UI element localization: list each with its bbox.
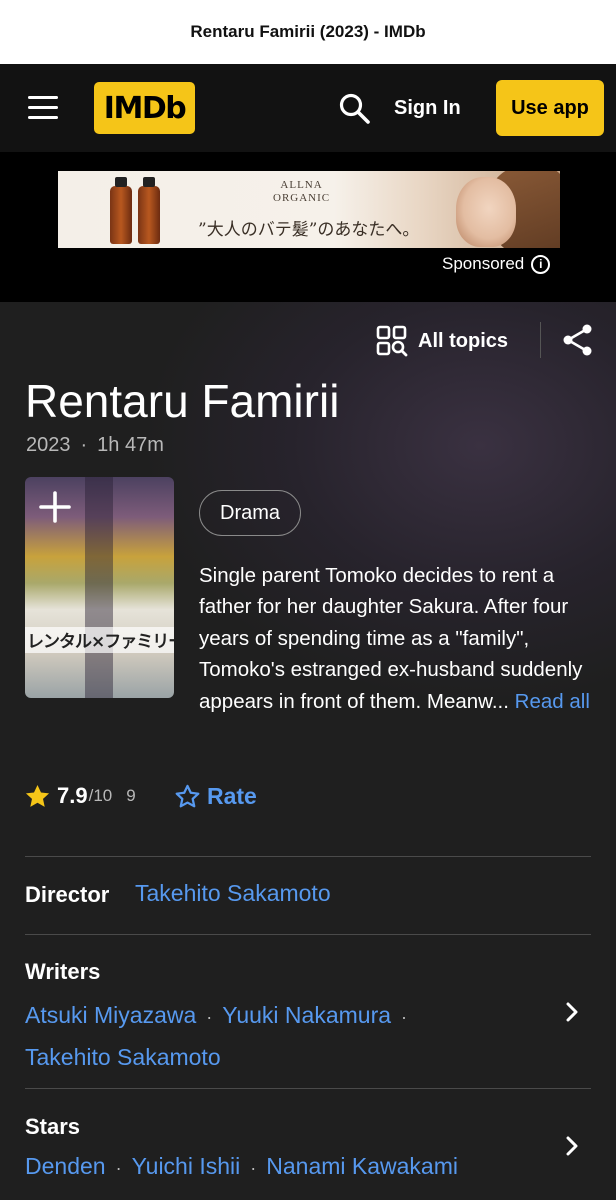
credit-separator: · — [115, 1158, 122, 1178]
writers-label: Writers — [25, 959, 101, 984]
writer-link[interactable]: Atsuki Miyazawa — [25, 1002, 196, 1028]
all-topics-button[interactable]: All topics — [376, 324, 508, 358]
title-main-section: All topics Rentaru Famirii 2023 · 1h 47m… — [0, 302, 616, 1200]
poster-image[interactable]: レンタル×ファミリー — [25, 477, 174, 698]
search-icon[interactable] — [338, 92, 372, 126]
ad-copy-text: ”大人のバテ髪”のあなたへ。 — [198, 220, 420, 240]
read-all-link[interactable]: Read all — [515, 690, 590, 713]
star-filled-icon — [25, 784, 50, 807]
top-navigation-bar: IMDb Sign In Use app — [0, 64, 616, 152]
share-icon[interactable] — [560, 322, 596, 358]
meta-separator: · — [80, 434, 88, 456]
star-link[interactable]: Denden — [25, 1153, 106, 1179]
conditioner-bottle-image — [138, 177, 160, 244]
credit-separator: · — [401, 1007, 408, 1027]
shampoo-bottle-image — [110, 177, 132, 244]
sign-in-button[interactable]: Sign In — [394, 90, 461, 126]
divider — [25, 856, 591, 857]
rating-out-of: /10 — [88, 786, 113, 805]
use-app-button[interactable]: Use app — [496, 80, 604, 136]
ad-section: ALLNA ORGANIC ”大人のバテ髪”のあなたへ。 Sponsored i — [0, 152, 616, 302]
star-link[interactable]: Yuichi Ishii — [132, 1153, 241, 1179]
title-metadata: 2023 · 1h 47m — [26, 434, 164, 457]
all-topics-label: All topics — [418, 329, 509, 352]
writer-link[interactable]: Yuuki Nakamura — [222, 1002, 391, 1028]
ad-model-image — [456, 177, 516, 247]
runtime: 1h 47m — [97, 434, 164, 456]
rate-label: Rate — [207, 782, 257, 809]
add-to-watchlist-plus-icon[interactable] — [37, 489, 73, 525]
divider — [25, 934, 591, 935]
star-link[interactable]: Nanami Kawakami — [266, 1153, 458, 1179]
info-icon[interactable]: i — [531, 254, 551, 274]
chevron-right-icon[interactable] — [562, 1134, 582, 1158]
rating-count: 9 — [126, 786, 136, 805]
page-title: Rentaru Famirii — [25, 375, 340, 427]
stars-label: Stars — [25, 1114, 81, 1139]
ad-brand-name: ALLNA ORGANIC — [273, 179, 331, 204]
ad-banner[interactable]: ALLNA ORGANIC ”大人のバテ髪”のあなたへ。 — [58, 171, 560, 248]
imdb-rating[interactable]: 7.9 /10 9 — [24, 780, 136, 812]
writer-link[interactable]: Takehito Sakamoto — [25, 1044, 221, 1070]
credit-separator: · — [250, 1158, 257, 1178]
director-link[interactable]: Takehito Sakamoto — [135, 880, 331, 906]
star-outline-icon — [175, 784, 200, 807]
credit-separator: · — [206, 1007, 213, 1027]
toolbar-divider — [540, 322, 541, 358]
sponsored-label[interactable]: Sponsored i — [442, 254, 551, 274]
browser-tab-title: Rentaru Famirii (2023) - IMDb — [0, 0, 616, 64]
topics-grid-icon — [376, 325, 408, 357]
imdb-logo[interactable]: IMDb — [94, 82, 195, 134]
plot-summary: Single parent Tomoko decides to rent a f… — [199, 560, 603, 717]
hamburger-menu-icon[interactable] — [28, 96, 60, 120]
rating-score: 7.9 — [57, 783, 88, 808]
director-label: Director — [25, 882, 110, 907]
poster-title-text: レンタル×ファミリー — [27, 632, 174, 652]
genre-chip-drama[interactable]: Drama — [199, 490, 302, 536]
divider — [25, 1088, 591, 1089]
release-year[interactable]: 2023 — [26, 434, 71, 457]
chevron-right-icon[interactable] — [562, 1000, 582, 1024]
rate-button[interactable]: Rate — [174, 780, 257, 812]
sponsored-text: Sponsored — [442, 254, 525, 273]
